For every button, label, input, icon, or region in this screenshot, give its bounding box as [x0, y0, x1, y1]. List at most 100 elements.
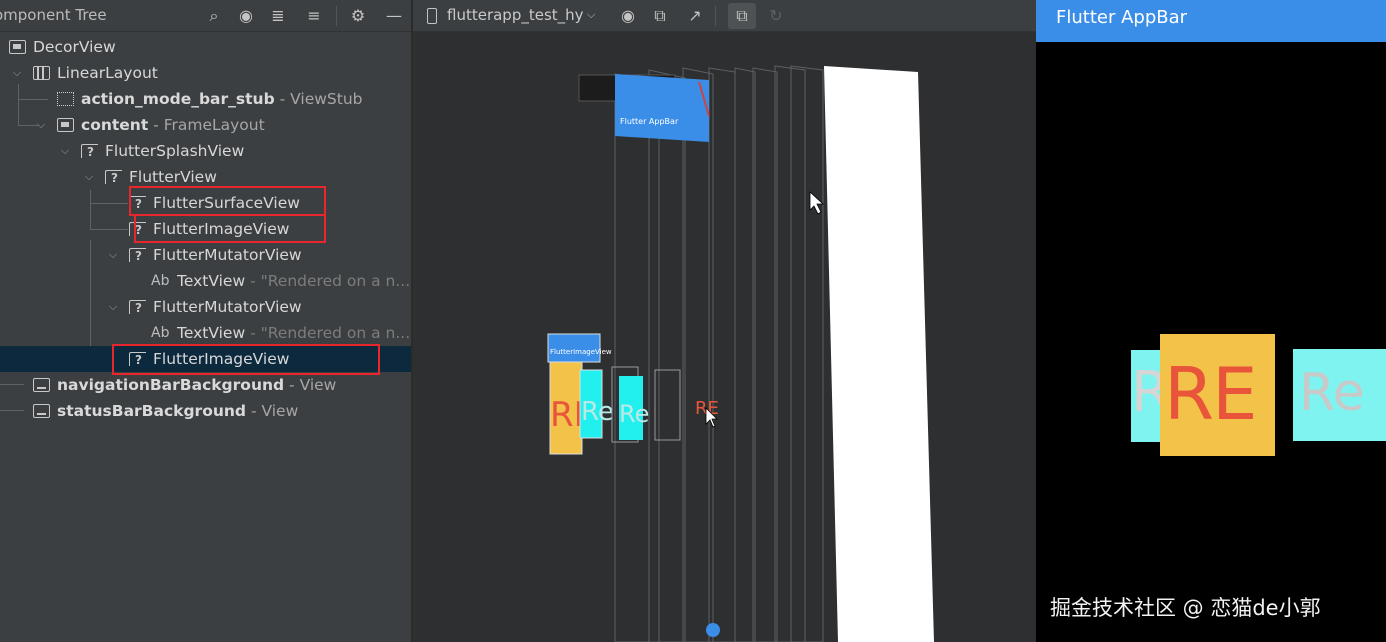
- tree-node-action-mode-bar-stub[interactable]: action_mode_bar_stub - ViewStub: [0, 86, 411, 112]
- layer-3d-view[interactable]: Flutter AppBar FlutterImageView RE Re Re…: [413, 32, 1036, 642]
- re-cyan-text: Re: [581, 397, 614, 427]
- text-view-icon: Ab: [151, 325, 170, 341]
- refresh-icon[interactable]: ↻: [765, 5, 787, 27]
- window-background-layer: [824, 66, 934, 642]
- custom-view-icon: [129, 243, 146, 269]
- component-tree-panel: omponent Tree ⌕ ◉ ≣ ≡ ⚙ — DecorView ⌵ Li…: [0, 0, 412, 642]
- layer-plane: [648, 69, 686, 642]
- tree-node-statusbarbackground[interactable]: statusBarBackground - View: [0, 398, 411, 424]
- expand-all-icon[interactable]: ≣: [267, 5, 289, 27]
- mouse-cursor-icon: [809, 191, 825, 215]
- tree-node-content[interactable]: ⌵ content - FrameLayout: [0, 112, 411, 138]
- viewstub-icon: [57, 92, 74, 106]
- device-selector[interactable]: flutterapp_test_hy: [447, 6, 584, 24]
- tree-node-fluttersplashview[interactable]: ⌵ FlutterSplashView: [0, 138, 411, 165]
- tree-node-label: FlutterSplashView: [105, 142, 245, 160]
- gear-icon[interactable]: ⚙: [347, 5, 369, 27]
- tree-node-label-group: TextView - "Rendered on a n...: [177, 320, 410, 346]
- custom-view-icon: [129, 295, 146, 321]
- tile-center: RE: [1160, 334, 1275, 456]
- tree-node-label-group: navigationBarBackground - View: [57, 372, 336, 398]
- tree-node-label: DecorView: [33, 38, 116, 56]
- tree-node-type: -: [245, 324, 261, 342]
- appbar-layer-label: Flutter AppBar: [620, 117, 679, 126]
- tree-node-linearlayout[interactable]: ⌵ LinearLayout: [0, 60, 411, 86]
- custom-view-icon: [105, 165, 122, 191]
- search-icon[interactable]: ⌕: [203, 5, 225, 27]
- tree-node-type: -: [245, 272, 261, 290]
- tree-node-type: - FrameLayout: [148, 116, 265, 134]
- chevron-down-icon[interactable]: ⌵: [34, 112, 48, 138]
- collapse-all-icon[interactable]: ≡: [303, 5, 325, 27]
- highlight-box: [129, 186, 326, 216]
- tree-node-navigationbarbackground[interactable]: navigationBarBackground - View: [0, 372, 411, 398]
- chevron-down-icon[interactable]: ⌵: [106, 294, 120, 320]
- tree-node-label: FlutterMutatorView: [153, 298, 302, 316]
- layer-plane: [752, 67, 778, 642]
- tree-node-fluttermutatorview[interactable]: ⌵ FlutterMutatorView: [0, 242, 411, 269]
- tree-node-label-group: content - FrameLayout: [81, 112, 265, 138]
- custom-view-icon: [81, 139, 98, 165]
- appbar-title: Flutter AppBar: [1056, 7, 1188, 28]
- frame-layout-icon: [57, 118, 74, 132]
- chevron-down-icon[interactable]: ⌵: [10, 60, 24, 86]
- linear-layout-icon: [33, 66, 50, 80]
- tree-node-label-group: statusBarBackground - View: [57, 398, 298, 424]
- tree-node-label: LinearLayout: [57, 64, 158, 82]
- eye-icon[interactable]: ◉: [617, 5, 639, 27]
- tile-center-text: RE: [1164, 352, 1258, 436]
- fab-layer-indicator: [706, 623, 720, 637]
- component-tree-toolbar: omponent Tree ⌕ ◉ ≣ ≡ ⚙ —: [0, 0, 411, 32]
- watermark-text: 掘金技术社区 @ 恋猫de小郭: [1050, 596, 1321, 620]
- toolbar-divider: [715, 6, 716, 26]
- component-tree-title: omponent Tree: [0, 6, 107, 24]
- highlight-box: [112, 344, 380, 375]
- tree-node-label-group: TextView - "Rendered on a n...: [177, 268, 410, 294]
- tree-node-label-group: action_mode_bar_stub - ViewStub: [81, 86, 363, 112]
- tree-node-textview[interactable]: Ab TextView - "Rendered on a n...: [0, 320, 411, 346]
- tree-node-type: - View: [284, 376, 337, 394]
- re-cyan-text-2: Re: [619, 400, 649, 428]
- imageview-layer-label: FlutterImageView: [550, 348, 612, 356]
- chevron-down-icon[interactable]: ⌵: [82, 164, 96, 190]
- tree-node-label: navigationBarBackground: [57, 376, 285, 394]
- layer-3d-canvas[interactable]: Flutter AppBar FlutterImageView RE Re Re…: [413, 32, 1036, 642]
- tree-node-label: FlutterMutatorView: [153, 246, 302, 264]
- export-snapshot-icon[interactable]: ⧉: [649, 5, 671, 27]
- chevron-down-icon[interactable]: ⌵: [58, 138, 72, 164]
- eye-icon[interactable]: ◉: [235, 5, 257, 27]
- chevron-down-icon[interactable]: ⌵: [106, 242, 120, 268]
- layer-plane: [614, 73, 660, 642]
- minimize-icon[interactable]: —: [383, 5, 405, 27]
- tree-node-label: content: [81, 116, 149, 134]
- tree-node-label: statusBarBackground: [57, 402, 247, 420]
- layer-plane: [774, 65, 806, 642]
- live-updates-icon[interactable]: ⧉: [731, 5, 753, 27]
- tree-node-fluttermutatorview[interactable]: ⌵ FlutterMutatorView: [0, 294, 411, 321]
- layout-inspector-panel: flutterapp_test_hy ⌵ ◉ ⧉ ↗ ⧉ ↻ Flutter A…: [413, 0, 1036, 642]
- tile-right-text: Re: [1299, 363, 1365, 423]
- layout-inspector-toolbar: flutterapp_test_hy ⌵ ◉ ⧉ ↗ ⧉ ↻: [413, 0, 1036, 32]
- tree-node-type: - View: [246, 402, 299, 420]
- tree-node-textview[interactable]: Ab TextView - "Rendered on a n...: [0, 268, 411, 294]
- layer-plane: [790, 65, 824, 642]
- view-icon: [33, 404, 50, 418]
- highlight-box: [134, 214, 326, 243]
- tile-right: Re: [1293, 349, 1386, 441]
- chevron-down-icon[interactable]: ⌵: [587, 8, 595, 22]
- phone-icon: [427, 8, 437, 24]
- reset-view-icon[interactable]: ↗: [684, 5, 706, 27]
- tree-node-label: action_mode_bar_stub: [81, 90, 275, 108]
- appbar-layer: [615, 74, 709, 142]
- layer-plane: [734, 67, 756, 642]
- tree-node-text: "Rendered on a n...: [260, 272, 411, 290]
- tree-node-label: TextView: [177, 272, 246, 290]
- tree-node-text: "Rendered on a n...: [260, 324, 411, 342]
- toolbar-divider: [336, 6, 337, 26]
- tree-node-type: - ViewStub: [274, 90, 363, 108]
- text-view-icon: Ab: [151, 273, 170, 289]
- device-preview: Flutter AppBar R RE Re 掘金技术社区 @ 恋猫de小郭: [1036, 0, 1386, 642]
- tree-node-decorview[interactable]: DecorView: [0, 34, 411, 60]
- frame-icon: [9, 40, 26, 54]
- flutter-appbar: Flutter AppBar: [1036, 0, 1386, 42]
